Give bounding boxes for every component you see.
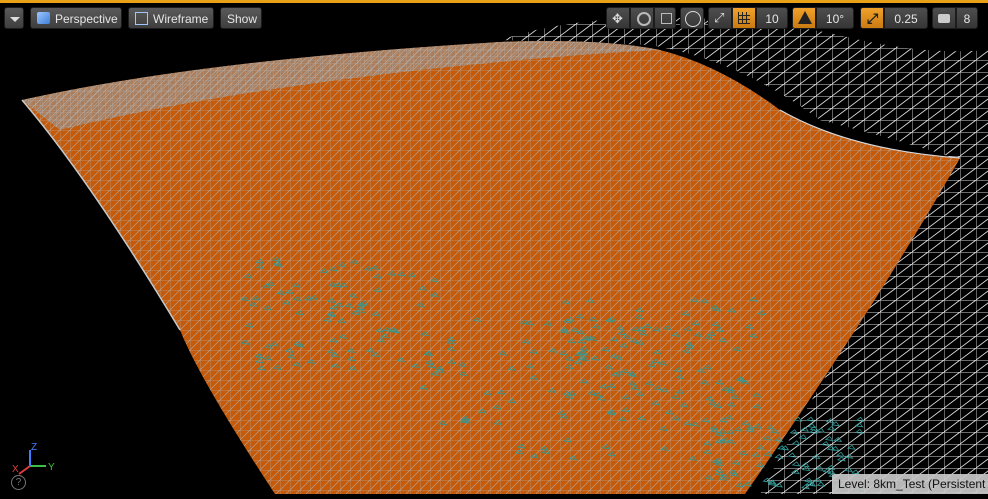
level-viewport[interactable]: Y Z X Perspective Wireframe Show ✥ ⤢ 10	[0, 0, 988, 495]
scale-icon	[661, 13, 672, 24]
perspective-label: Perspective	[55, 12, 118, 26]
axis-gizmo: Y Z X	[12, 442, 55, 475]
rotation-snap-value[interactable]: 10°	[816, 7, 854, 29]
perspective-cube-icon	[37, 12, 50, 24]
viewport-options-button[interactable]	[4, 7, 24, 29]
angle-icon	[798, 11, 812, 24]
scale-snap-icon: ⤢	[867, 10, 879, 26]
globe-icon	[685, 11, 701, 27]
scale-tool-button[interactable]	[654, 7, 676, 29]
move-arrows-icon: ✥	[612, 11, 623, 26]
grid-snap-value[interactable]: 10	[756, 7, 788, 29]
view-mode-label: Wireframe	[153, 12, 209, 26]
axis-z-label: Z	[31, 442, 37, 453]
view-mode-button[interactable]: Wireframe	[128, 7, 214, 29]
perspective-button[interactable]: Perspective	[30, 7, 122, 29]
landscape-wireframe-render: Y Z X	[12, 17, 988, 495]
camera-icon	[938, 14, 950, 23]
coordinate-system-button[interactable]	[680, 7, 704, 29]
grid-snap-toggle[interactable]	[732, 7, 756, 29]
rotate-tool-button[interactable]	[630, 7, 654, 29]
axis-y-label: Y	[48, 462, 55, 473]
scale-snap-value[interactable]: 0.25	[884, 7, 928, 29]
wireframe-cube-icon	[135, 12, 148, 25]
viewport-active-border	[0, 0, 988, 3]
grid-icon	[738, 12, 750, 24]
rotate-icon	[637, 12, 651, 26]
surface-snapping-button[interactable]: ⤢	[708, 7, 732, 29]
surface-snap-icon: ⤢	[714, 10, 725, 25]
axis-x-label: X	[12, 464, 19, 475]
scale-snap-toggle[interactable]: ⤢	[860, 7, 884, 29]
chevron-down-icon	[10, 17, 20, 22]
translate-tool-button[interactable]: ✥	[606, 7, 630, 29]
camera-speed-value[interactable]: 8	[956, 7, 978, 29]
camera-speed-button[interactable]	[932, 7, 956, 29]
level-status-label: Level: 8km_Test (Persistent	[832, 474, 988, 494]
help-icon[interactable]: ?	[11, 475, 26, 490]
show-label: Show	[227, 12, 258, 26]
show-button[interactable]: Show	[220, 7, 262, 29]
rotation-snap-toggle[interactable]	[792, 7, 816, 29]
